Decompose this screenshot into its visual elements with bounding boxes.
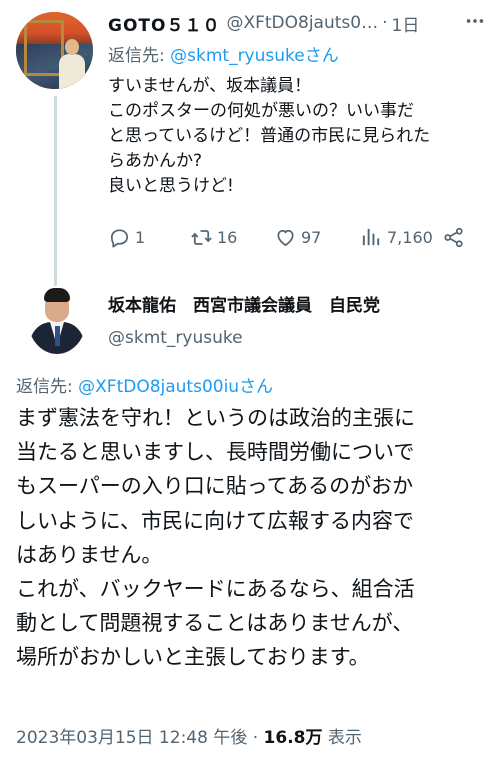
reply-tweet[interactable]: GOTO５１０ @XFtDO8jauts0… · 1日 返信先: @skmt_r…	[0, 0, 500, 286]
avatar-tie	[55, 326, 60, 346]
header-separator: ·	[382, 13, 388, 33]
main-text-line: 場所がおかしいと主張しております。	[16, 645, 370, 670]
main-author-name[interactable]: 坂本龍佑 西宮市議会議員 自民党	[108, 291, 380, 316]
reply-author-avatar[interactable]	[16, 12, 93, 89]
tweet-timestamp[interactable]: 2023年03月15日 12:48 午後	[16, 728, 247, 748]
reply-text-line: と思っているけど！普通の市民に見られた	[108, 126, 431, 146]
main-reply-to-mention-link[interactable]: @XFtDO8jauts00iuさん	[78, 377, 273, 397]
like-button[interactable]: 97	[274, 222, 321, 252]
main-reply-to-line: 返信先: @XFtDO8jauts00iuさん	[16, 372, 273, 397]
reply-bubble-icon	[110, 228, 129, 247]
main-text-line: これが、バックヤードにあるなら、組合活	[16, 577, 415, 602]
reply-author-handle[interactable]: @XFtDO8jauts0…	[226, 13, 378, 33]
share-button[interactable]	[442, 222, 465, 252]
reply-author-name[interactable]: GOTO５１０	[108, 11, 220, 36]
tweet-action-bar: 1 16 97 7,160	[108, 222, 488, 252]
avatar-person-body	[59, 54, 85, 89]
tweet-views-label: 表示	[327, 728, 362, 748]
main-text-line: もスーパーの入り口に貼ってあるのがおか	[16, 474, 414, 499]
reply-to-mention-link[interactable]: @skmt_ryusukeさん	[170, 46, 339, 66]
retweet-button[interactable]: 16	[190, 222, 237, 252]
main-author-handle[interactable]: @skmt_ryusuke	[108, 328, 243, 348]
reply-count: 1	[135, 227, 146, 247]
meta-separator: ·	[252, 728, 259, 748]
main-tweet-text: まず憲法を守れ！というのは政治的主張に 当たると思いますし、長時間労働についで …	[16, 401, 492, 675]
thread-connector-line	[54, 96, 57, 286]
tweet-meta-line: 2023年03月15日 12:48 午後 · 16.8万 表示	[16, 723, 362, 748]
main-text-line: 当たると思いますし、長時間労働についで	[16, 440, 415, 465]
reply-tweet-text: すいませんが、坂本議員！ このポスターの何処が悪いの？いい事だ と思っているけど…	[108, 74, 493, 199]
retweet-count: 16	[217, 227, 238, 247]
main-text-line: まず憲法を守れ！というのは政治的主張に	[16, 406, 415, 430]
main-author-avatar[interactable]	[28, 286, 86, 354]
retweet-icon	[191, 229, 212, 245]
like-count: 97	[301, 227, 322, 247]
avatar-painting-frame	[24, 20, 64, 76]
tweet-views-count: 16.8万	[263, 728, 323, 748]
avatar-person-head	[65, 39, 79, 55]
main-reply-to-prefix: 返信先:	[16, 377, 73, 397]
share-icon	[444, 227, 463, 247]
reply-text-line: 良いと思うけど!	[108, 176, 234, 196]
reply-text-line: すいませんが、坂本議員！	[108, 76, 312, 96]
more-dots-svg	[466, 19, 484, 23]
reply-text-line: らあかんか?	[108, 151, 203, 171]
main-text-line: しいように、市民に向けて広報する内容で	[16, 508, 414, 533]
reply-tweet-header: GOTO５１０ @XFtDO8jauts0… · 1日	[108, 10, 488, 36]
main-text-line: はありません。	[16, 542, 163, 567]
views-bar-chart-icon	[362, 228, 380, 245]
main-text-line: 動として問題視することはありませんが、	[16, 611, 414, 636]
avatar-hair	[44, 288, 70, 302]
reply-text-line: このポスターの何処が悪いの？いい事だ	[108, 101, 414, 121]
views-count: 7,160	[387, 227, 433, 247]
heart-icon	[277, 229, 294, 246]
reply-to-prefix: 返信先:	[108, 46, 165, 66]
reply-to-line: 返信先: @skmt_ryusukeさん	[108, 41, 339, 66]
reply-button[interactable]: 1	[108, 222, 145, 252]
reply-tweet-time[interactable]: 1日	[392, 11, 420, 36]
views-button[interactable]: 7,160	[360, 222, 433, 252]
more-dots-icon[interactable]	[462, 10, 488, 34]
